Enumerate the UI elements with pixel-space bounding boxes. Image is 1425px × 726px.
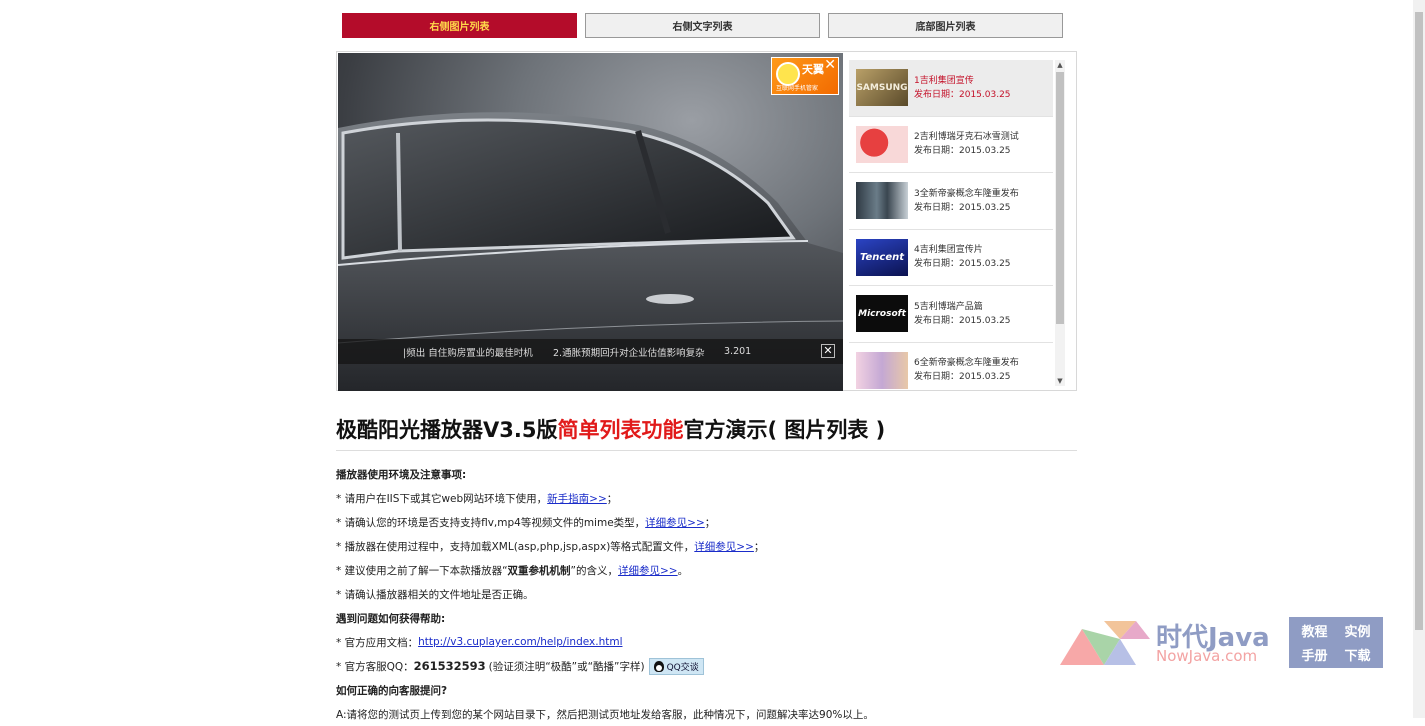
watermark-word: 教程 bbox=[1301, 625, 1328, 641]
page-scrollbar[interactable] bbox=[1413, 0, 1425, 718]
tab-bar: 右侧图片列表 右侧文字列表 底部图片列表 bbox=[342, 13, 1063, 38]
note-text: * 播放器在使用过程中，支持加载XML(asp,php,jsp,aspx)等格式… bbox=[336, 540, 695, 553]
playlist-item-title: 5吉利博瑞产品篇 bbox=[914, 301, 983, 312]
title-part: 极酷阳光播放器V3.5版 bbox=[336, 418, 558, 442]
note-line: * 请确认您的环境是否支持支持flv,mp4等视频文件的mime类型， 详细参见>… bbox=[336, 510, 874, 534]
ticker-item[interactable]: 3.201 bbox=[724, 346, 751, 357]
ticker-close-button[interactable]: ✕ bbox=[821, 344, 835, 358]
note-line: * 播放器在使用过程中，支持加载XML(asp,php,jsp,aspx)等格式… bbox=[336, 534, 874, 558]
scroll-up-icon[interactable]: ▲ bbox=[1055, 60, 1065, 70]
thumbnail-image: Microsoft bbox=[856, 295, 908, 333]
playlist-item-title: 3全新帝豪概念车隆重发布 bbox=[914, 188, 1019, 199]
note-text: * 官方应用文档： bbox=[336, 636, 419, 649]
title-highlight: 简单列表功能 bbox=[557, 418, 684, 442]
news-ticker: |频出 自住购房置业的最佳时机 2.通胀预期回升对企业估值影响复杂 3.201 … bbox=[338, 339, 843, 364]
playlist-item-date: 发布日期：2015.03.25 bbox=[914, 89, 1011, 100]
note-line: * 官方客服QQ： 261532593 (验证须注明“极酷”或“酷播”字样) QQ交谈 bbox=[336, 654, 874, 678]
note-bold: 双重参机机制 bbox=[507, 564, 571, 577]
playlist-item-title: 2吉利博瑞牙克石冰雪测试 bbox=[914, 132, 1019, 143]
thumbnail-image bbox=[856, 125, 908, 163]
section-heading: 播放器使用环境及注意事项: bbox=[336, 468, 467, 481]
playlist-item[interactable]: SAMSUNG 1吉利集团宣传发布日期：2015.03.25 bbox=[849, 60, 1053, 117]
ad-title: 天翼 bbox=[802, 63, 824, 76]
tab-bottom-image-list[interactable]: 底部图片列表 bbox=[828, 13, 1063, 38]
watermark: 时代Java NowJava.com 教程 实例 手册 下载 bbox=[1060, 617, 1390, 669]
note-text: * 建议使用之前了解一下本款播放器“ bbox=[336, 564, 508, 577]
note-text: ”的含义， bbox=[570, 564, 618, 577]
page-title: 极酷阳光播放器V3.5版简单列表功能官方演示( 图片列表 ) bbox=[336, 414, 885, 444]
qq-button-label: QQ交谈 bbox=[666, 662, 699, 673]
playlist-item[interactable]: Tencent 4吉利集团宣传片发布日期：2015.03.25 bbox=[849, 230, 1053, 286]
tab-right-text-list[interactable]: 右侧文字列表 bbox=[585, 13, 820, 38]
qq-penguin-icon bbox=[653, 660, 664, 672]
playlist-item[interactable]: 3全新帝豪概念车隆重发布 发布日期：2015.03.25 bbox=[849, 173, 1053, 230]
playlist-item[interactable]: Microsoft 5吉利博瑞产品篇发布日期：2015.03.25 bbox=[849, 286, 1053, 343]
note-text: * 请用户在IIS下或其它web网站环境下使用， bbox=[336, 492, 548, 505]
detail-link[interactable]: 详细参见>> bbox=[645, 515, 705, 530]
watermark-word: 实例 bbox=[1344, 625, 1371, 641]
note-text: 。 bbox=[677, 564, 689, 577]
note-text: ； bbox=[704, 516, 716, 529]
note-text: ； bbox=[606, 492, 618, 505]
video-player: 天翼 互联网手机管家 ✕ |频出 自住购房置业的最佳时机 2.通胀预期回升对企业… bbox=[336, 51, 1077, 391]
playlist-item-date: 发布日期：2015.03.25 bbox=[914, 146, 1011, 157]
ticker-item[interactable]: 2.通胀预期回升对企业估值影响复杂 bbox=[553, 345, 705, 359]
detail-link[interactable]: 详细参见>> bbox=[694, 539, 754, 554]
detail-link[interactable]: 详细参见>> bbox=[618, 563, 678, 578]
watermark-word: 手册 bbox=[1301, 648, 1328, 664]
watermark-logo-icon bbox=[1060, 621, 1150, 665]
thumbnail-image: SAMSUNG bbox=[856, 69, 908, 107]
section-heading: 如何正确的向客服提问? bbox=[336, 684, 448, 697]
video-frame[interactable]: 天翼 互联网手机管家 ✕ |频出 自住购房置业的最佳时机 2.通胀预期回升对企业… bbox=[338, 53, 843, 391]
note-line: * 建议使用之前了解一下本款播放器“ 双重参机机制 ”的含义， 详细参见>>。 bbox=[336, 558, 874, 582]
page-scrollbar-thumb[interactable] bbox=[1415, 12, 1423, 630]
playlist-item-title: 6全新帝豪概念车隆重发布 bbox=[914, 358, 1019, 369]
playlist-scrollbar[interactable]: ▲ ▼ bbox=[1055, 60, 1065, 386]
qq-chat-button[interactable]: QQ交谈 bbox=[648, 657, 704, 675]
thumbnail-image: Tencent bbox=[856, 238, 908, 276]
note-text: * 官方客服QQ： bbox=[336, 660, 414, 673]
instructions: 播放器使用环境及注意事项: * 请用户在IIS下或其它web网站环境下使用， 新手… bbox=[336, 462, 874, 726]
note-text: * 请确认您的环境是否支持支持flv,mp4等视频文件的mime类型， bbox=[336, 516, 646, 529]
playlist-item-date: 发布日期：2015.03.25 bbox=[914, 315, 1011, 326]
guide-link[interactable]: 新手指南>> bbox=[547, 491, 607, 506]
ad-subtitle: 互联网手机管家 bbox=[776, 85, 819, 92]
playlist-item[interactable]: 2吉利博瑞牙克石冰雪测试 发布日期：2015.03.25 bbox=[849, 117, 1053, 173]
playlist-item-date: 发布日期：2015.03.25 bbox=[914, 202, 1011, 213]
thumbnail-image bbox=[856, 182, 908, 220]
scrollbar-thumb[interactable] bbox=[1056, 72, 1064, 324]
ticker-item[interactable]: |频出 自住购房置业的最佳时机 bbox=[403, 345, 533, 359]
note-line: * 请确认播放器相关的文件地址是否正确。 bbox=[336, 588, 534, 601]
note-line: * 官方应用文档： http://v3.cuplayer.com/help/ind… bbox=[336, 630, 874, 654]
playlist-item-title: 1吉利集团宣传 bbox=[914, 75, 974, 86]
watermark-box: 教程 实例 手册 下载 bbox=[1289, 617, 1383, 668]
playlist-item-date: 发布日期：2015.03.25 bbox=[914, 372, 1011, 383]
title-part: 官方演示( 图片列表 ) bbox=[683, 418, 886, 442]
thumbnail-image bbox=[856, 351, 908, 389]
ad-badge[interactable]: 天翼 互联网手机管家 ✕ bbox=[771, 57, 839, 95]
note-text: (验证须注明“极酷”或“酷播”字样) bbox=[488, 660, 645, 673]
playlist-item-date: 发布日期：2015.03.25 bbox=[914, 259, 1011, 270]
docs-link[interactable]: http://v3.cuplayer.com/help/index.html bbox=[418, 636, 622, 648]
divider bbox=[336, 450, 1077, 451]
watermark-domain: NowJava.com bbox=[1156, 647, 1258, 665]
ad-close-button[interactable]: ✕ bbox=[824, 58, 836, 72]
scroll-down-icon[interactable]: ▼ bbox=[1055, 376, 1065, 386]
qq-number: 261532593 bbox=[413, 659, 486, 673]
note-text: ； bbox=[753, 540, 765, 553]
playlist: SAMSUNG 1吉利集团宣传发布日期：2015.03.25 2吉利博瑞牙克石冰… bbox=[849, 60, 1053, 390]
note-line: A:请将您的测试页上传到您的某个网站目录下，然后把测试页地址发给客服，此种情况下… bbox=[336, 708, 874, 721]
note-line: * 请用户在IIS下或其它web网站环境下使用， 新手指南>>； bbox=[336, 486, 874, 510]
playlist-item[interactable]: 6全新帝豪概念车隆重发布 发布日期：2015.03.25 bbox=[849, 343, 1053, 391]
playlist-item-title: 4吉利集团宣传片 bbox=[914, 245, 983, 256]
tab-right-image-list[interactable]: 右侧图片列表 bbox=[342, 13, 577, 38]
section-heading: 遇到问题如何获得帮助: bbox=[336, 612, 446, 625]
watermark-word: 下载 bbox=[1344, 648, 1371, 664]
